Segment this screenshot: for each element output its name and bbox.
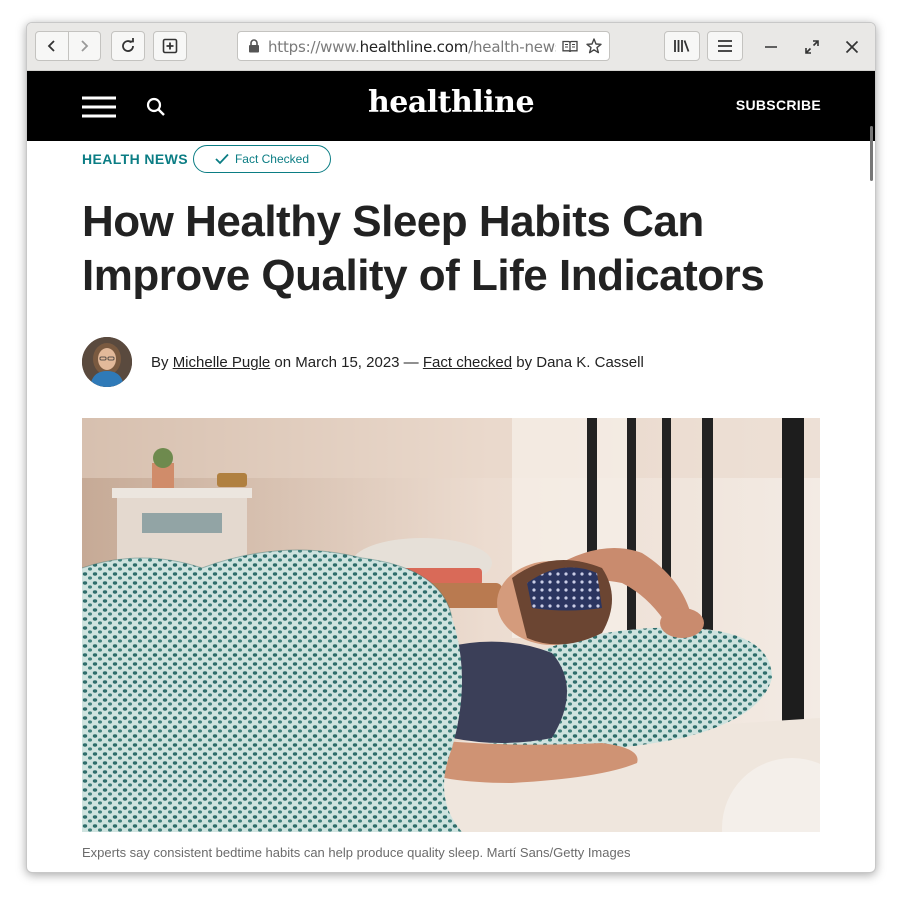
fact-checked-badge[interactable]: Fact Checked — [193, 145, 331, 173]
address-bar[interactable]: https://www.healthline.com/health-news — [237, 31, 610, 61]
image-caption: Experts say consistent bedtime habits ca… — [82, 845, 631, 860]
library-button[interactable] — [664, 31, 700, 61]
bookmark-star-icon[interactable] — [586, 38, 602, 54]
new-tab-button[interactable] — [153, 31, 187, 61]
reload-icon — [122, 38, 134, 52]
checkmark-icon — [215, 153, 229, 165]
sleeping-woman-photo — [82, 418, 820, 832]
site-header: healthline SUBSCRIBE — [27, 71, 875, 181]
chevron-right-icon — [81, 40, 89, 52]
browser-window: https://www.healthline.com/health-news h… — [26, 22, 876, 873]
scrollbar-thumb[interactable] — [870, 126, 873, 181]
category-link[interactable]: HEALTH NEWS — [82, 151, 188, 167]
plus-square-icon — [162, 38, 178, 54]
publish-date: on March 15, 2023 — — [274, 354, 419, 371]
menu-button[interactable] — [707, 31, 743, 61]
url-domain: healthline.com — [359, 38, 469, 56]
browser-toolbar: https://www.healthline.com/health-news — [27, 23, 875, 71]
nav-button-group — [35, 31, 101, 61]
byline: By Michelle Pugle on March 15, 2023 — Fa… — [151, 354, 644, 371]
minimize-icon — [765, 46, 777, 48]
close-icon — [845, 40, 859, 54]
reload-button[interactable] — [111, 31, 145, 61]
maximize-button[interactable] — [800, 35, 824, 59]
hamburger-menu-icon — [718, 40, 732, 52]
author-link[interactable]: Michelle Pugle — [173, 354, 271, 371]
byline-by: By — [151, 354, 169, 371]
author-avatar[interactable] — [82, 337, 132, 387]
url-text: https://www.healthline.com/health-news — [268, 38, 556, 56]
close-button[interactable] — [840, 35, 864, 59]
lock-icon — [249, 39, 259, 53]
hero-image — [82, 418, 820, 832]
maximize-icon — [805, 40, 819, 54]
fact-checked-link[interactable]: Fact checked — [423, 354, 512, 371]
article-headline: How Healthy Sleep Habits Can Improve Qua… — [82, 197, 765, 300]
url-prefix: https://www. — [268, 38, 360, 56]
fact-checker: by Dana K. Cassell — [516, 354, 644, 371]
minimize-button[interactable] — [759, 35, 783, 59]
reader-view-icon[interactable] — [562, 40, 578, 53]
author-photo — [82, 337, 132, 387]
url-path: /health-news — [468, 38, 556, 56]
library-icon — [674, 40, 690, 52]
forward-button[interactable] — [69, 32, 101, 60]
subscribe-button[interactable]: SUBSCRIBE — [736, 97, 821, 113]
chevron-left-icon — [47, 40, 55, 52]
back-button[interactable] — [36, 32, 69, 60]
fact-checked-label: Fact Checked — [234, 152, 310, 166]
